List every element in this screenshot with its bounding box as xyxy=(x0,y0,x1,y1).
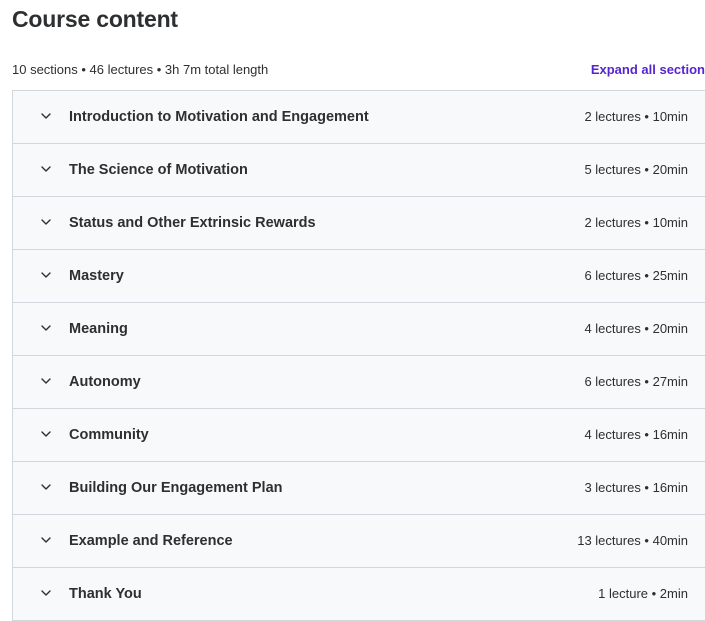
section-row[interactable]: Mastery 6 lectures • 25min xyxy=(13,250,705,303)
chevron-down-icon xyxy=(40,110,52,122)
section-row[interactable]: Meaning 4 lectures • 20min xyxy=(13,303,705,356)
chevron-down-icon xyxy=(40,481,52,493)
section-row[interactable]: The Science of Motivation 5 lectures • 2… xyxy=(13,144,705,197)
section-meta: 6 lectures • 27min xyxy=(584,374,688,389)
section-title: Introduction to Motivation and Engagemen… xyxy=(69,109,369,125)
section-title: Mastery xyxy=(69,268,124,284)
section-meta: 4 lectures • 20min xyxy=(584,321,688,336)
chevron-down-icon xyxy=(40,587,52,599)
section-meta: 3 lectures • 16min xyxy=(584,480,688,495)
section-meta: 13 lectures • 40min xyxy=(577,533,688,548)
section-title: The Science of Motivation xyxy=(69,162,248,178)
course-summary-bar: 10 sections • 46 lectures • 3h 7m total … xyxy=(12,60,705,80)
section-meta: 2 lectures • 10min xyxy=(584,215,688,230)
section-title: Meaning xyxy=(69,321,128,337)
chevron-down-icon xyxy=(40,216,52,228)
section-meta: 1 lecture • 2min xyxy=(598,586,688,601)
chevron-down-icon xyxy=(40,163,52,175)
section-row[interactable]: Community 4 lectures • 16min xyxy=(13,409,705,462)
section-row[interactable]: Example and Reference 13 lectures • 40mi… xyxy=(13,515,705,568)
section-meta: 2 lectures • 10min xyxy=(584,109,688,124)
chevron-down-icon xyxy=(40,534,52,546)
section-row[interactable]: Introduction to Motivation and Engagemen… xyxy=(13,91,705,144)
chevron-down-icon xyxy=(40,322,52,334)
section-list: Introduction to Motivation and Engagemen… xyxy=(12,90,705,621)
section-title: Autonomy xyxy=(69,374,141,390)
section-meta: 6 lectures • 25min xyxy=(584,268,688,283)
section-row[interactable]: Status and Other Extrinsic Rewards 2 lec… xyxy=(13,197,705,250)
section-title: Thank You xyxy=(69,586,142,602)
page-title: Course content xyxy=(12,6,178,32)
section-row[interactable]: Thank You 1 lecture • 2min xyxy=(13,568,705,621)
section-meta: 4 lectures • 16min xyxy=(584,427,688,442)
chevron-down-icon xyxy=(40,269,52,281)
course-summary: 10 sections • 46 lectures • 3h 7m total … xyxy=(12,62,269,77)
section-row[interactable]: Autonomy 6 lectures • 27min xyxy=(13,356,705,409)
section-title: Status and Other Extrinsic Rewards xyxy=(69,215,316,231)
chevron-down-icon xyxy=(40,375,52,387)
section-title: Building Our Engagement Plan xyxy=(69,480,283,496)
section-meta: 5 lectures • 20min xyxy=(584,162,688,177)
section-row[interactable]: Building Our Engagement Plan 3 lectures … xyxy=(13,462,705,515)
expand-all-sections-button[interactable]: Expand all section xyxy=(591,60,705,80)
chevron-down-icon xyxy=(40,428,52,440)
section-title: Example and Reference xyxy=(69,533,233,549)
section-title: Community xyxy=(69,427,149,443)
